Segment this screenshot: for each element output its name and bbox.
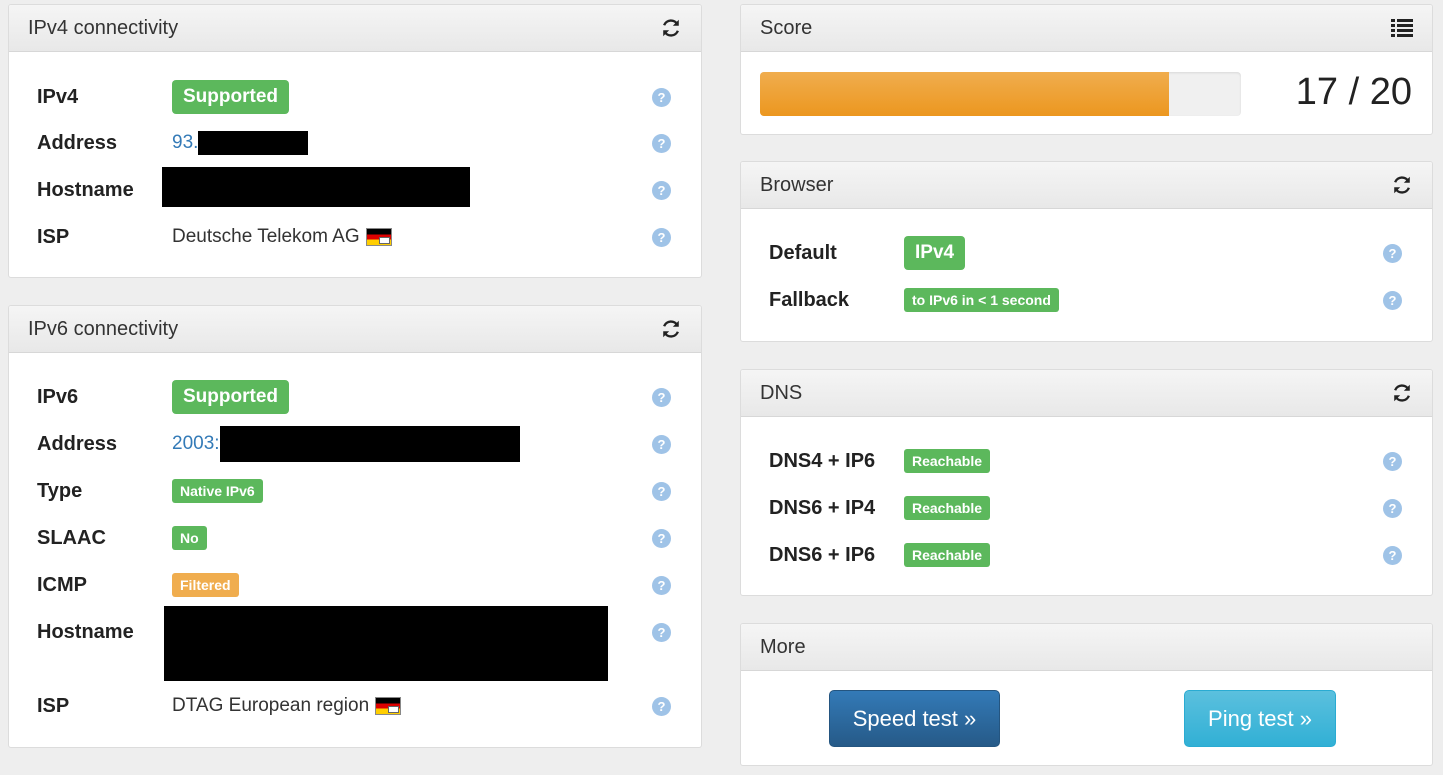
ipv4-hostname-row: Hostname ? — [9, 167, 701, 208]
native-ipv6-badge: Native IPv6 — [172, 479, 263, 503]
help-icon[interactable]: ? — [652, 180, 671, 200]
score-panel-header: Score — [741, 5, 1432, 52]
score-panel: Score 17 / 20 — [740, 4, 1433, 135]
help-icon[interactable]: ? — [652, 227, 671, 247]
ipv6-supported-badge: Supported — [172, 380, 289, 414]
ipv4-panel-title: IPv4 connectivity — [28, 16, 179, 39]
dns-panel-title: DNS — [760, 381, 803, 404]
fallback-badge: to IPv6 in < 1 second — [904, 288, 1059, 312]
dns6-ip6-label: DNS6 + IP6 — [769, 543, 876, 566]
browser-fallback-row: Fallback to IPv6 in < 1 second ? — [741, 282, 1432, 318]
score-panel-title: Score — [760, 16, 813, 39]
germany-flag-icon — [375, 697, 402, 715]
ipv6-icmp-row: ICMP Filtered ? — [9, 567, 701, 603]
dns4-ip6-label: DNS4 + IP6 — [769, 449, 876, 472]
ipv6-panel-header: IPv6 connectivity — [9, 306, 701, 353]
score-value: 17 / 20 — [1295, 71, 1412, 113]
reachable-badge: Reachable — [904, 496, 991, 520]
browser-panel: Browser Default IPv4 ? Fallback to IPv6 … — [740, 161, 1433, 342]
browser-panel-header: Browser — [741, 162, 1432, 209]
germany-flag-icon — [365, 228, 392, 246]
help-icon[interactable]: ? — [1383, 498, 1402, 518]
browser-panel-title: Browser — [760, 173, 834, 196]
help-icon[interactable]: ? — [1383, 243, 1402, 263]
slaac-badge: No — [172, 526, 207, 550]
help-icon[interactable]: ? — [1383, 545, 1402, 565]
more-panel-header: More — [741, 624, 1432, 671]
ipv6-hostname-row: Hostname ? — [9, 606, 701, 681]
browser-refresh-icon[interactable] — [1390, 173, 1414, 197]
redacted-hostname — [162, 167, 470, 207]
ipv4-supported-badge: Supported — [172, 80, 289, 114]
ipv6-type-row: Type Native IPv6 ? — [9, 473, 701, 509]
score-progress-bar — [760, 72, 1241, 116]
redacted-hostname — [164, 606, 608, 681]
address-label: Address — [37, 131, 118, 154]
ipv6-label: IPv6 — [37, 385, 79, 408]
isp-label: ISP — [37, 225, 70, 248]
speed-test-button[interactable]: Speed test » — [829, 690, 1000, 747]
dns6-ip6-row: DNS6 + IP6 Reachable ? — [741, 537, 1432, 573]
ipv4-refresh-icon[interactable] — [659, 16, 683, 40]
ipv4-address-link[interactable]: 93. — [172, 132, 198, 154]
reachable-badge: Reachable — [904, 543, 991, 567]
more-panel: More Speed test » Ping test » — [740, 623, 1433, 766]
help-icon[interactable]: ? — [652, 387, 671, 407]
ipv4-isp-row: ISP Deutsche Telekom AG ? — [9, 219, 701, 255]
ipv6-panel-title: IPv6 connectivity — [28, 317, 179, 340]
help-icon[interactable]: ? — [652, 481, 671, 501]
ping-test-button[interactable]: Ping test » — [1184, 690, 1336, 747]
help-icon[interactable]: ? — [652, 87, 671, 107]
help-icon[interactable]: ? — [1383, 451, 1402, 471]
ipv6-refresh-icon[interactable] — [659, 317, 683, 341]
dns4-ip6-row: DNS4 + IP6 Reachable ? — [741, 443, 1432, 479]
help-icon[interactable]: ? — [652, 133, 671, 153]
redacted-address — [219, 426, 520, 462]
default-ipv4-badge: IPv4 — [904, 236, 966, 270]
isp-label: ISP — [37, 694, 70, 717]
reachable-badge: Reachable — [904, 449, 991, 473]
ipv4-row: IPv4 Supported ? — [9, 79, 701, 115]
ipv6-address-row: Address 2003: ? — [9, 426, 701, 462]
help-icon[interactable]: ? — [652, 528, 671, 548]
ipv4-panel: IPv4 connectivity IPv4 Supported ? Addre… — [8, 4, 702, 278]
dns-panel-header: DNS — [741, 370, 1432, 417]
isp-name: Deutsche Telekom AG — [172, 226, 360, 247]
fallback-label: Fallback — [769, 288, 850, 311]
help-icon[interactable]: ? — [652, 434, 671, 454]
ipv6-row: IPv6 Supported ? — [9, 379, 701, 415]
ipv6-address-link[interactable]: 2003: — [172, 433, 220, 455]
ipv6-panel: IPv6 connectivity IPv6 Supported ? Addre… — [8, 305, 702, 748]
ipv6-isp-row: ISP DTAG European region ? — [9, 688, 701, 724]
ipv4-address-row: Address 93. ? — [9, 125, 701, 161]
score-progress-fill — [760, 72, 1169, 116]
more-panel-title: More — [760, 635, 806, 658]
default-label: Default — [769, 241, 837, 264]
type-label: Type — [37, 479, 83, 502]
dns-refresh-icon[interactable] — [1390, 381, 1414, 405]
dns-panel: DNS DNS4 + IP6 Reachable ? DNS6 + IP4 Re… — [740, 369, 1433, 596]
hostname-label: Hostname — [37, 620, 134, 643]
dns6-ip4-row: DNS6 + IP4 Reachable ? — [741, 490, 1432, 526]
address-label: Address — [37, 432, 118, 455]
ipv6-slaac-row: SLAAC No ? — [9, 520, 701, 556]
help-icon[interactable]: ? — [652, 696, 671, 716]
help-icon[interactable]: ? — [1383, 290, 1402, 310]
help-icon[interactable]: ? — [652, 575, 671, 595]
isp-name: DTAG European region — [172, 695, 370, 716]
help-icon[interactable]: ? — [652, 622, 671, 642]
slaac-label: SLAAC — [37, 526, 106, 549]
hostname-label: Hostname — [37, 178, 134, 201]
browser-default-row: Default IPv4 ? — [741, 235, 1432, 271]
dns6-ip4-label: DNS6 + IP4 — [769, 496, 876, 519]
ipv4-label: IPv4 — [37, 85, 79, 108]
redacted-address — [198, 131, 309, 155]
list-icon[interactable] — [1390, 16, 1414, 40]
icmp-label: ICMP — [37, 573, 87, 596]
icmp-filtered-badge: Filtered — [172, 573, 239, 597]
ipv4-panel-header: IPv4 connectivity — [9, 5, 701, 52]
